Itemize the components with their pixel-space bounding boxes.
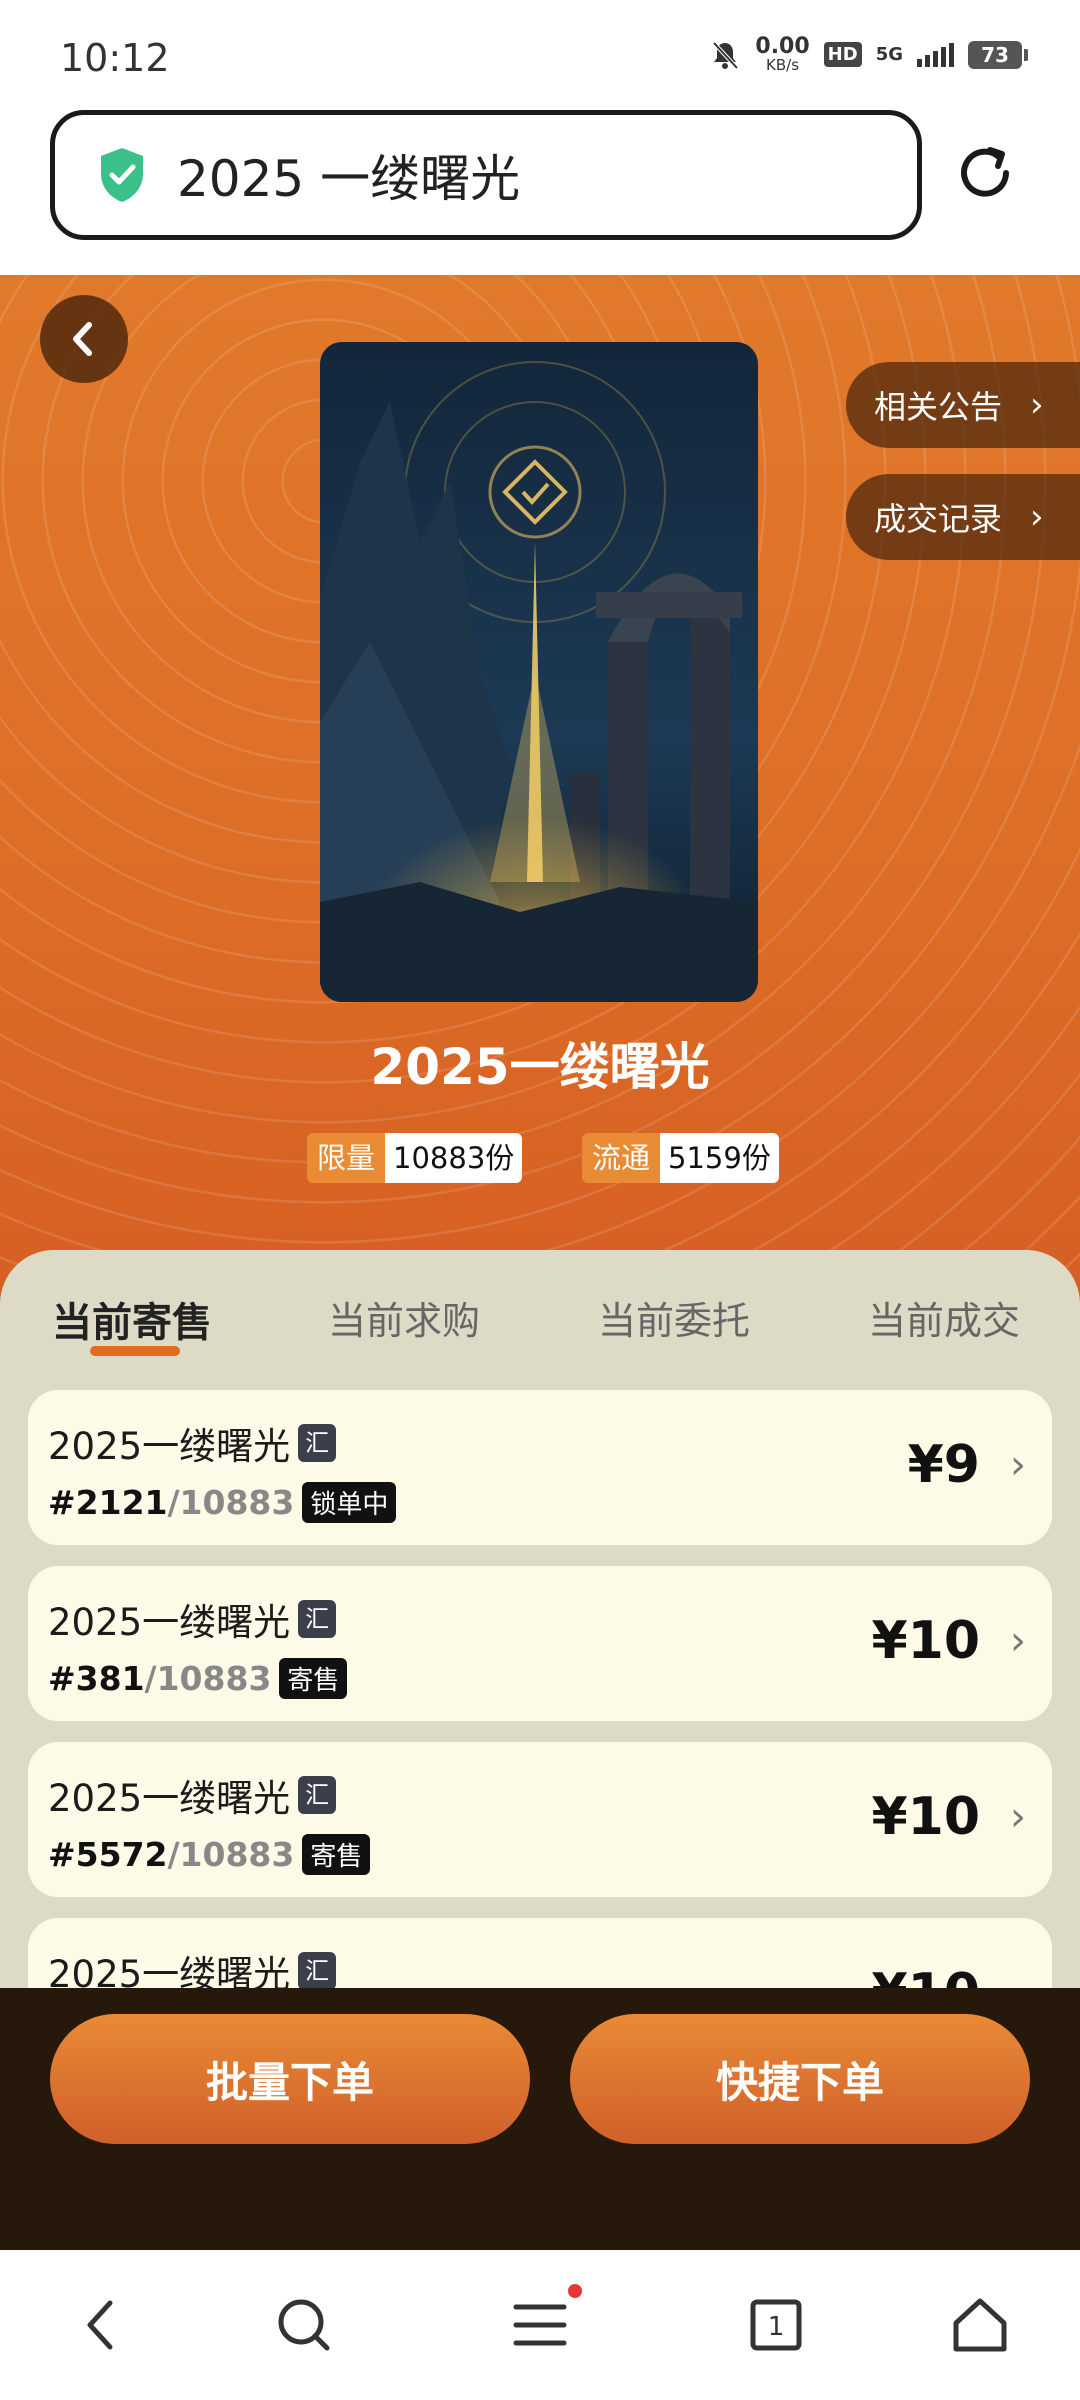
chevron-left-icon xyxy=(73,322,92,356)
item-serial-row: #2121 /10883 锁单中 xyxy=(48,1482,397,1523)
item-name: 2025一缕曙光 xyxy=(48,1601,291,1644)
item-serial: #5572 xyxy=(48,1835,168,1874)
shield-check-icon xyxy=(101,148,143,202)
search-icon xyxy=(278,2299,330,2351)
market-panel: 当前寄售 当前求购 当前委托 当前成交 2025一缕曙光 汇 #2121 /10… xyxy=(0,1250,1080,1990)
status-icons: 0.00 KB/s HD 5G 73 xyxy=(709,36,1028,73)
status-bar: 10:12 0.00 KB/s HD 5G 73 xyxy=(0,0,1080,100)
notification-dot xyxy=(568,2284,582,2298)
item-name-row: 2025一缕曙光 汇 xyxy=(48,1944,337,1990)
status-badge: 寄售 xyxy=(302,1834,371,1875)
item-serial: #381 xyxy=(48,1659,145,1698)
item-name: 2025一缕曙光 xyxy=(48,1425,291,1468)
list-item[interactable]: 2025一缕曙光 汇 #5572 /10883 寄售 ¥10 › xyxy=(28,1742,1052,1897)
chevron-right-icon: › xyxy=(1010,1794,1026,1840)
item-serial-row: #381 /10883 寄售 xyxy=(48,1658,348,1699)
browser-nav-bar: 1 xyxy=(0,2250,1080,2400)
item-name-row: 2025一缕曙光 汇 xyxy=(48,1592,337,1646)
circulation-stat: 流通 5159份 xyxy=(582,1133,779,1183)
mute-bell-icon xyxy=(712,41,739,69)
tab-count: 1 xyxy=(768,2312,785,2342)
list-item[interactable]: 2025一缕曙光 汇 #381 /10883 寄售 ¥10 › xyxy=(28,1566,1052,1721)
item-name-row: 2025一缕曙光 汇 xyxy=(48,1416,337,1470)
hd-badge: HD xyxy=(823,42,862,67)
item-badge: 汇 xyxy=(298,1776,337,1814)
chevron-right-icon: › xyxy=(1030,385,1044,425)
signal-icon xyxy=(917,42,954,67)
collection-artwork xyxy=(320,342,758,1002)
browser-toolbar: 2025 一缕曙光 xyxy=(0,100,1080,275)
item-total: /10883 xyxy=(167,1835,295,1874)
limit-value: 10883份 xyxy=(385,1133,523,1183)
market-tabs: 当前寄售 当前求购 当前委托 当前成交 xyxy=(0,1250,1080,1360)
status-badge: 寄售 xyxy=(279,1658,348,1699)
status-time: 10:12 xyxy=(60,36,170,80)
chevron-right-icon: › xyxy=(1030,497,1044,537)
nav-tabs-button[interactable]: 1 xyxy=(736,2290,816,2360)
item-price: ¥10 xyxy=(871,1611,980,1671)
tabs-icon: 1 xyxy=(750,2299,802,2351)
chevron-left-icon xyxy=(87,2300,113,2350)
batch-order-button[interactable]: 批量下单 xyxy=(50,2014,530,2144)
address-bar[interactable]: 2025 一缕曙光 xyxy=(50,110,922,240)
trade-records-button[interactable]: 成交记录 › xyxy=(846,474,1080,560)
tab-consignment[interactable]: 当前寄售 xyxy=(52,1290,212,1348)
nav-menu-button[interactable] xyxy=(500,2284,582,2360)
announcements-label: 相关公告 xyxy=(874,388,1003,426)
quick-order-button[interactable]: 快捷下单 xyxy=(570,2014,1030,2144)
item-serial-row: #5572 /10883 寄售 xyxy=(48,1834,371,1875)
battery-icon: 73 xyxy=(968,40,1028,69)
net-speed-unit: KB/s xyxy=(766,56,800,74)
list-item[interactable]: 2025一缕曙光 汇 ¥10 xyxy=(28,1918,1052,1990)
collection-hero: 相关公告 › 成交记录 › 2025一缕曙光 限量 10883份 流通 5159… xyxy=(0,275,1080,1305)
limit-stat: 限量 10883份 xyxy=(307,1133,523,1183)
item-total: /10883 xyxy=(167,1483,295,1522)
item-name-row: 2025一缕曙光 汇 xyxy=(48,1768,337,1822)
nav-back-button[interactable] xyxy=(60,2290,140,2360)
active-tab-indicator xyxy=(90,1346,180,1356)
nav-search-button[interactable] xyxy=(264,2290,344,2360)
list-item[interactable]: 2025一缕曙光 汇 #2121 /10883 锁单中 ¥9 › xyxy=(28,1390,1052,1545)
item-price: ¥10 xyxy=(871,1787,980,1847)
item-serial: #2121 xyxy=(48,1483,168,1522)
tab-trades[interactable]: 当前成交 xyxy=(868,1290,1020,1345)
menu-icon xyxy=(513,2304,567,2346)
order-action-bar: 批量下单 快捷下单 xyxy=(0,1988,1080,2250)
net-speed: 0.00 KB/s xyxy=(755,36,809,73)
status-badge: 锁单中 xyxy=(302,1482,397,1523)
item-price: ¥9 xyxy=(907,1435,980,1495)
chevron-right-icon: › xyxy=(1010,1618,1026,1664)
collection-title: 2025一缕曙光 xyxy=(370,1038,710,1096)
network-type: 5G xyxy=(875,44,903,65)
circulation-value: 5159份 xyxy=(660,1133,779,1183)
tab-commissions[interactable]: 当前委托 xyxy=(598,1290,750,1345)
item-total: /10883 xyxy=(144,1659,272,1698)
circulation-label: 流通 xyxy=(582,1133,661,1183)
item-name: 2025一缕曙光 xyxy=(48,1777,291,1820)
address-text: 2025 一缕曙光 xyxy=(177,150,521,208)
battery-level: 73 xyxy=(981,42,1009,67)
item-name: 2025一缕曙光 xyxy=(48,1953,291,1990)
item-badge: 汇 xyxy=(298,1600,337,1638)
chevron-right-icon: › xyxy=(1010,1442,1026,1488)
trade-records-label: 成交记录 xyxy=(874,500,1003,538)
nav-home-button[interactable] xyxy=(940,2290,1020,2360)
tab-buy-requests[interactable]: 当前求购 xyxy=(328,1290,480,1345)
reload-icon[interactable] xyxy=(950,138,1020,208)
item-badge: 汇 xyxy=(298,1952,337,1990)
item-price: ¥10 xyxy=(871,1963,980,1990)
item-badge: 汇 xyxy=(298,1424,337,1462)
back-button[interactable] xyxy=(40,295,128,383)
net-speed-value: 0.00 xyxy=(755,34,810,59)
home-icon xyxy=(953,2298,1007,2352)
limit-label: 限量 xyxy=(307,1133,386,1183)
announcements-button[interactable]: 相关公告 › xyxy=(846,362,1080,448)
